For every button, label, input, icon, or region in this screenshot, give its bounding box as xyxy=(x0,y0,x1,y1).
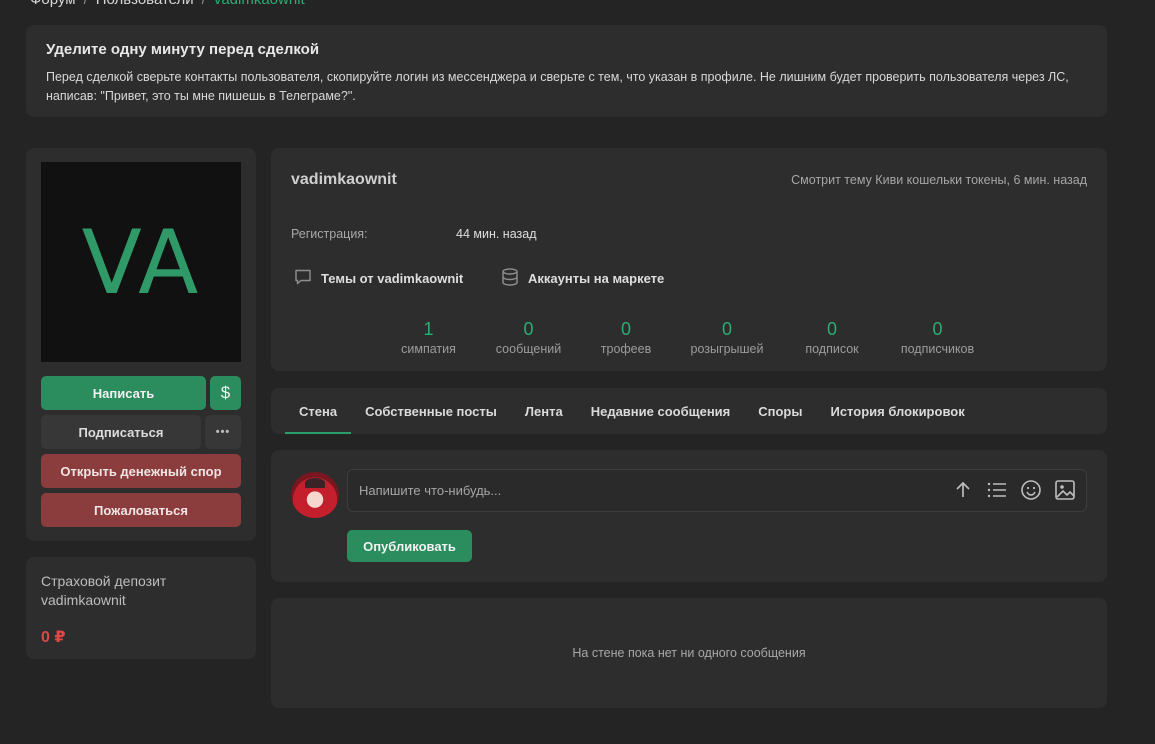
dollar-icon[interactable]: $ xyxy=(210,376,241,410)
stat-value: 0 xyxy=(523,319,534,339)
breadcrumb-separator: / xyxy=(202,0,206,11)
report-button[interactable]: Пожаловаться xyxy=(41,493,241,527)
stat-value: 0 xyxy=(932,319,943,339)
breadcrumb: Форум / Пользователи / vadimkaownit xyxy=(30,0,305,11)
stat-value: 0 xyxy=(826,319,837,339)
write-button[interactable]: Написать xyxy=(41,376,206,410)
tab-feed[interactable]: Лента xyxy=(511,388,577,434)
stat-label: трофеев xyxy=(600,342,652,356)
arrow-up-icon[interactable] xyxy=(952,479,974,501)
deposit-value: 0 ₽ xyxy=(41,629,66,646)
tab-own-posts[interactable]: Собственные посты xyxy=(351,388,511,434)
breadcrumb-users[interactable]: Пользователи xyxy=(96,0,194,11)
tab-ban-history[interactable]: История блокировок xyxy=(816,388,978,434)
stat-label: сообщений xyxy=(495,342,562,356)
insurance-deposit-card: Страховой депозит vadimkaownit 0 ₽ xyxy=(26,557,256,659)
registration-value: 44 мин. назад xyxy=(456,227,537,241)
wall-post-input[interactable] xyxy=(359,483,919,498)
empty-wall-message: На стене пока нет ни одного сообщения xyxy=(572,646,806,660)
market-accounts-label: Аккаунты на маркете xyxy=(528,271,665,286)
image-icon[interactable] xyxy=(1054,479,1076,501)
wall-posts: На стене пока нет ни одного сообщения xyxy=(271,598,1107,708)
stat-value: 0 xyxy=(620,319,631,339)
more-options-icon[interactable]: ••• xyxy=(205,415,241,449)
topics-link-label: Темы от vadimkaownit xyxy=(321,271,464,286)
deposit-title: Страховой депозит vadimkaownit xyxy=(41,573,167,608)
breadcrumb-forum[interactable]: Форум xyxy=(30,0,76,11)
stat-subscribers[interactable]: 0 подписчиков xyxy=(871,318,1004,356)
list-icon[interactable] xyxy=(986,479,1008,501)
stat-label: розыгрышей xyxy=(690,342,764,356)
publish-button[interactable]: Опубликовать xyxy=(347,530,472,562)
current-user-avatar[interactable] xyxy=(291,472,339,518)
registration-label: Регистрация: xyxy=(291,227,368,241)
stat-value: 1 xyxy=(423,319,434,339)
stat-value: 0 xyxy=(721,319,732,339)
market-accounts-link[interactable]: Аккаунты на маркете xyxy=(500,267,664,290)
emoji-icon[interactable] xyxy=(1020,479,1042,501)
composer-toolbar xyxy=(952,479,1076,501)
breadcrumb-separator: / xyxy=(84,0,88,11)
stat-likes[interactable]: 1 симпатия xyxy=(391,318,466,356)
comment-icon xyxy=(293,267,313,290)
stats-row: 1 симпатия 0 сообщений 0 трофеев 0 розыг… xyxy=(391,318,1004,356)
stat-trophies[interactable]: 0 трофеев xyxy=(591,318,661,356)
breadcrumb-current[interactable]: vadimkaownit xyxy=(214,0,305,11)
stat-subscriptions[interactable]: 0 подписок xyxy=(793,318,871,356)
notice-text: Перед сделкой сверьте контакты пользоват… xyxy=(46,70,1069,103)
activity-status[interactable]: Смотрит тему Киви кошельки токены, 6 мин… xyxy=(791,173,1087,187)
avatar[interactable]: VA xyxy=(41,162,241,362)
stat-label: подписчиков xyxy=(900,342,975,356)
wall-composer: Опубликовать xyxy=(271,450,1107,582)
username: vadimkaownit xyxy=(291,171,397,188)
topics-link[interactable]: Темы от vadimkaownit xyxy=(293,267,463,290)
database-icon xyxy=(500,267,520,290)
tab-wall[interactable]: Стена xyxy=(285,388,352,434)
stat-messages[interactable]: 0 сообщений xyxy=(466,318,591,356)
stat-giveaways[interactable]: 0 розыгрышей xyxy=(661,318,793,356)
wall-post-input-box xyxy=(347,469,1087,512)
tab-disputes[interactable]: Споры xyxy=(744,388,816,434)
profile-sidebar: VA Написать $ Подписаться ••• Открыть де… xyxy=(26,148,256,541)
deal-notice: Уделите одну минуту перед сделкой Перед … xyxy=(26,25,1107,117)
stat-label: подписок xyxy=(805,342,859,356)
subscribe-button[interactable]: Подписаться xyxy=(41,415,201,449)
profile-tabs: Стена Собственные посты Лента Недавние с… xyxy=(271,388,1107,434)
profile-info: vadimkaownit Смотрит тему Киви кошельки … xyxy=(271,148,1107,371)
tab-recent-messages[interactable]: Недавние сообщения xyxy=(577,388,745,434)
notice-title: Уделите одну минуту перед сделкой xyxy=(46,41,320,58)
stat-label: симпатия xyxy=(401,342,456,356)
open-dispute-button[interactable]: Открыть денежный спор xyxy=(41,454,241,488)
